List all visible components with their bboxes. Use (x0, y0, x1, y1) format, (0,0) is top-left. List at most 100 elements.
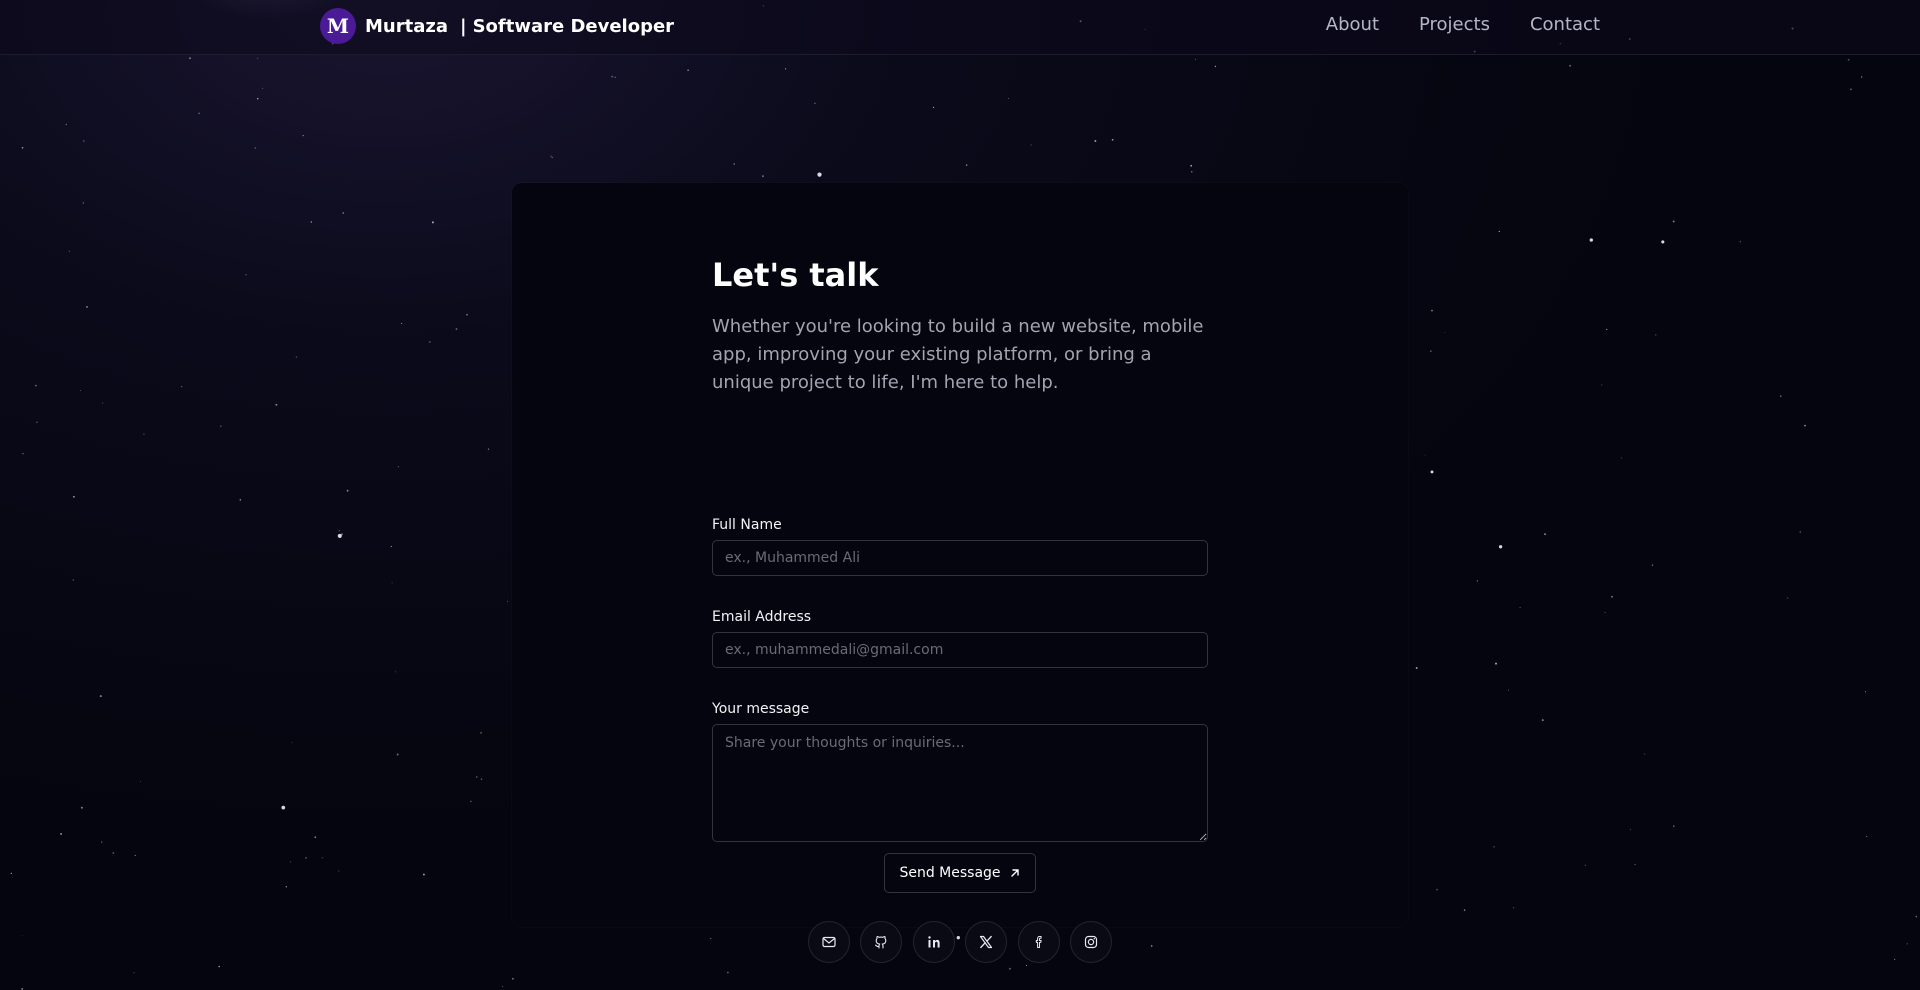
email-field: Email Address (712, 608, 1208, 668)
star (475, 776, 478, 778)
linkedin-icon (928, 936, 940, 948)
nav-link-projects[interactable]: Projects (1419, 14, 1490, 36)
star (611, 75, 614, 78)
star (1436, 888, 1438, 891)
star (256, 57, 259, 59)
star (1584, 864, 1587, 867)
star (1008, 967, 1011, 970)
star (727, 971, 729, 974)
email-input[interactable] (712, 632, 1208, 668)
star (295, 356, 297, 358)
star (401, 322, 403, 325)
star (1190, 164, 1193, 167)
message-label: Your message (712, 701, 810, 717)
star (487, 448, 490, 450)
star (1541, 719, 1544, 722)
star (314, 836, 317, 839)
brand-logo[interactable]: M (320, 8, 356, 44)
social-github-button[interactable] (860, 921, 903, 963)
site-header: M Murtaza | Software Developer About Pro… (0, 0, 1920, 55)
nav-link-about[interactable]: About (1326, 14, 1379, 36)
star (551, 156, 553, 159)
social-email-button[interactable] (808, 921, 850, 963)
star (239, 499, 242, 501)
star (507, 600, 508, 602)
star (1786, 597, 1789, 599)
star (470, 800, 472, 802)
star (60, 832, 63, 835)
star (733, 163, 735, 165)
star (1860, 76, 1863, 78)
star (1498, 230, 1500, 233)
star (1672, 220, 1675, 223)
star (814, 102, 816, 104)
star (1150, 945, 1153, 947)
star (1569, 64, 1572, 67)
star (1661, 240, 1665, 244)
star (82, 202, 84, 204)
star (80, 806, 83, 809)
star (1620, 457, 1622, 459)
star (1894, 958, 1896, 960)
star (254, 147, 256, 149)
star (710, 937, 712, 940)
star (395, 671, 397, 673)
star (36, 421, 38, 423)
star (189, 57, 191, 60)
star (1111, 138, 1114, 141)
star (218, 965, 221, 968)
star (79, 389, 81, 392)
email-label: Email Address (712, 609, 812, 625)
star (310, 221, 312, 223)
star (1493, 846, 1495, 848)
star (1444, 331, 1446, 333)
social-linkedin-button[interactable] (912, 921, 955, 963)
brand-name[interactable]: Murtaza (365, 16, 448, 37)
star (1606, 328, 1608, 331)
send-message-label: Send Message (899, 865, 1001, 881)
nav-link-contact[interactable]: Contact (1530, 14, 1600, 36)
star (72, 579, 75, 581)
social-x-button[interactable] (965, 921, 1008, 963)
star (1589, 238, 1593, 242)
star (245, 274, 247, 276)
star (198, 112, 200, 115)
contact-subtitle: Whether you're looking to build a new we… (712, 316, 1204, 393)
star (112, 852, 115, 854)
star (1651, 564, 1654, 566)
star (1544, 533, 1546, 535)
star (502, 985, 503, 987)
send-message-button[interactable]: Send Message (884, 853, 1036, 893)
star (1865, 691, 1866, 693)
star (550, 155, 552, 157)
star (10, 872, 12, 875)
star (1634, 863, 1636, 866)
star (338, 870, 340, 872)
social-instagram-button[interactable] (1069, 921, 1112, 963)
brand[interactable]: M Murtaza | Software Developer (320, 8, 674, 44)
star (83, 140, 85, 142)
star (1866, 835, 1868, 838)
social-facebook-button[interactable] (1017, 921, 1060, 963)
star (1512, 907, 1515, 909)
star (1094, 140, 1097, 142)
star (784, 68, 787, 70)
star (1430, 470, 1434, 474)
star (289, 861, 291, 863)
star (101, 841, 103, 843)
star (134, 854, 136, 857)
star (72, 495, 75, 498)
star (1498, 545, 1503, 549)
full-name-input[interactable] (712, 540, 1208, 576)
star (1431, 309, 1433, 312)
star (1495, 662, 1497, 665)
star (346, 489, 349, 492)
star (99, 695, 102, 698)
star (256, 97, 259, 100)
message-textarea[interactable] (712, 724, 1208, 842)
star (429, 341, 431, 343)
star (1519, 606, 1521, 608)
star (341, 533, 344, 536)
star (1214, 65, 1217, 68)
star (512, 978, 514, 980)
